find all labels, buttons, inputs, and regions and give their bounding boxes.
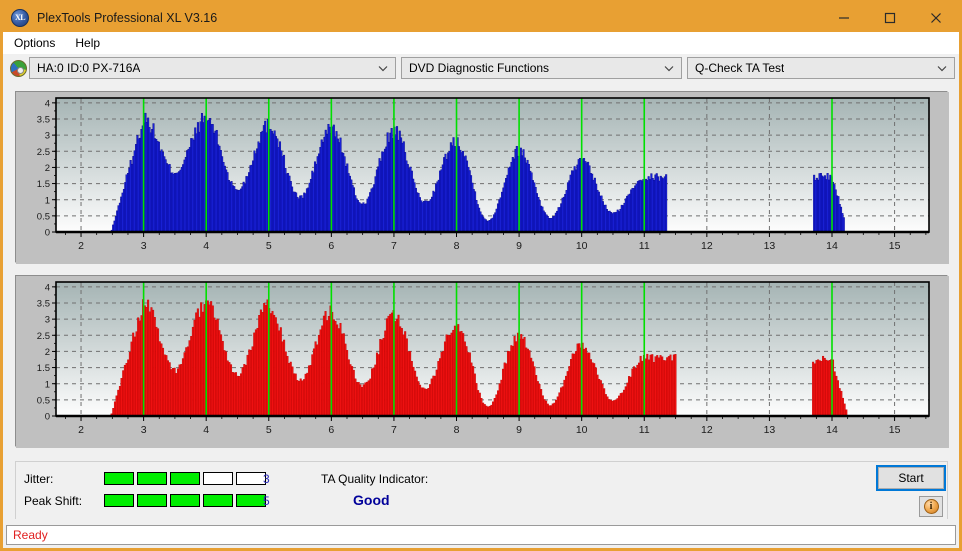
svg-text:13: 13 — [764, 424, 776, 436]
svg-text:10: 10 — [576, 424, 588, 436]
svg-text:7: 7 — [391, 240, 397, 252]
meter-segment — [104, 494, 134, 507]
svg-text:5: 5 — [266, 240, 272, 252]
svg-text:8: 8 — [454, 240, 460, 252]
ta-test-chart-bottom: 0 0.5 1 1.5 2 2.5 3 3.5 4 2 3 4 5 6 7 8 9 10 11 12 13 14 15 — [15, 275, 948, 447]
svg-text:0: 0 — [45, 412, 50, 423]
info-icon: i — [924, 499, 939, 514]
svg-text:13: 13 — [764, 240, 776, 252]
svg-text:3.5: 3.5 — [37, 115, 50, 126]
title-bar: XL PlexTools Professional XL V3.16 — [3, 3, 959, 32]
svg-text:0.5: 0.5 — [37, 211, 50, 222]
jitter-meter — [104, 472, 266, 485]
function-select-value: DVD Diagnostic Functions — [402, 61, 549, 75]
chevron-down-icon — [934, 58, 950, 78]
svg-text:2: 2 — [78, 424, 84, 436]
chevron-down-icon — [661, 58, 677, 78]
svg-text:3: 3 — [141, 424, 147, 436]
svg-text:4: 4 — [45, 282, 50, 293]
results-panel: Jitter: 3 Peak Shift: 5 TA Quality Indic… — [15, 461, 948, 521]
peak-shift-value: 5 — [263, 494, 270, 508]
window-title: PlexTools Professional XL V3.16 — [37, 11, 217, 25]
meter-segment — [137, 494, 167, 507]
svg-text:2.5: 2.5 — [37, 331, 50, 342]
svg-text:4: 4 — [45, 98, 50, 109]
svg-text:1.5: 1.5 — [37, 179, 50, 190]
svg-text:7: 7 — [391, 424, 397, 436]
jitter-value: 3 — [263, 472, 270, 486]
meter-segment — [170, 472, 200, 485]
svg-text:2: 2 — [78, 240, 84, 252]
svg-text:15: 15 — [889, 424, 901, 436]
test-select[interactable]: Q-Check TA Test — [687, 57, 955, 79]
svg-text:5: 5 — [266, 424, 272, 436]
meter-segment — [137, 472, 167, 485]
svg-text:3.5: 3.5 — [37, 299, 50, 310]
chevron-down-icon — [375, 58, 391, 78]
svg-text:3: 3 — [45, 131, 50, 142]
meter-segment — [236, 494, 266, 507]
svg-text:14: 14 — [826, 240, 838, 252]
svg-text:8: 8 — [454, 424, 460, 436]
jitter-label: Jitter: — [24, 472, 53, 486]
start-button[interactable]: Start — [878, 467, 944, 489]
svg-text:11: 11 — [639, 424, 650, 436]
disc-drive-icon — [10, 60, 27, 77]
svg-text:1: 1 — [45, 379, 50, 390]
svg-text:15: 15 — [889, 240, 901, 252]
svg-text:2: 2 — [45, 163, 50, 174]
menu-item-options[interactable]: Options — [11, 34, 64, 53]
maximize-icon[interactable] — [867, 3, 913, 32]
meter-segment — [170, 494, 200, 507]
meter-segment — [203, 494, 233, 507]
window-controls — [821, 3, 959, 32]
svg-text:1: 1 — [45, 195, 50, 206]
peak-shift-label: Peak Shift: — [24, 494, 82, 508]
meter-segment — [236, 472, 266, 485]
selector-row: HA:0 ID:0 PX-716A DVD Diagnostic Functio… — [3, 54, 959, 84]
svg-text:0.5: 0.5 — [37, 395, 50, 406]
drive-select[interactable]: HA:0 ID:0 PX-716A — [29, 57, 396, 79]
status-bar: Ready — [6, 525, 956, 545]
ta-test-chart-bottom-canvas: 0 0.5 1 1.5 2 2.5 3 3.5 4 2 3 4 5 6 7 8 9 10 11 12 13 14 15 — [16, 276, 949, 448]
plextools-window: XL PlexTools Professional XL V3.16 Optio… — [0, 0, 962, 551]
drive-select-value: HA:0 ID:0 PX-716A — [30, 61, 140, 75]
info-button[interactable]: i — [919, 496, 943, 517]
status-text: Ready — [7, 528, 48, 542]
menu-item-help[interactable]: Help — [72, 34, 109, 53]
svg-text:9: 9 — [516, 240, 522, 252]
svg-text:9: 9 — [516, 424, 522, 436]
svg-text:0: 0 — [45, 228, 50, 239]
meter-segment — [104, 472, 134, 485]
svg-text:2: 2 — [45, 347, 50, 358]
quality-indicator-value: Good — [353, 492, 390, 508]
peak-shift-meter — [104, 494, 266, 507]
svg-text:4: 4 — [203, 240, 209, 252]
svg-text:4: 4 — [203, 424, 209, 436]
svg-text:3: 3 — [45, 315, 50, 326]
svg-text:10: 10 — [576, 240, 588, 252]
quality-indicator-label: TA Quality Indicator: — [321, 472, 428, 486]
ta-test-chart-top: 0 0.5 1 1.5 2 2.5 3 3.5 4 2 3 4 5 6 7 8 9 10 11 12 13 14 15 — [15, 91, 948, 263]
svg-text:14: 14 — [826, 424, 838, 436]
app-icon: XL — [11, 9, 29, 27]
svg-text:11: 11 — [639, 240, 650, 252]
svg-text:6: 6 — [328, 240, 334, 252]
function-select[interactable]: DVD Diagnostic Functions — [401, 57, 682, 79]
test-select-value: Q-Check TA Test — [688, 61, 784, 75]
ta-test-chart-top-canvas: 0 0.5 1 1.5 2 2.5 3 3.5 4 2 3 4 5 6 7 8 9 10 11 12 13 14 15 — [16, 92, 949, 264]
svg-text:1.5: 1.5 — [37, 363, 50, 374]
close-icon[interactable] — [913, 3, 959, 32]
svg-text:2.5: 2.5 — [37, 147, 50, 158]
svg-text:6: 6 — [328, 424, 334, 436]
svg-text:3: 3 — [141, 240, 147, 252]
svg-text:12: 12 — [701, 240, 713, 252]
minimize-icon[interactable] — [821, 3, 867, 32]
menu-bar: Options Help — [3, 32, 959, 54]
meter-segment — [203, 472, 233, 485]
svg-text:12: 12 — [701, 424, 713, 436]
